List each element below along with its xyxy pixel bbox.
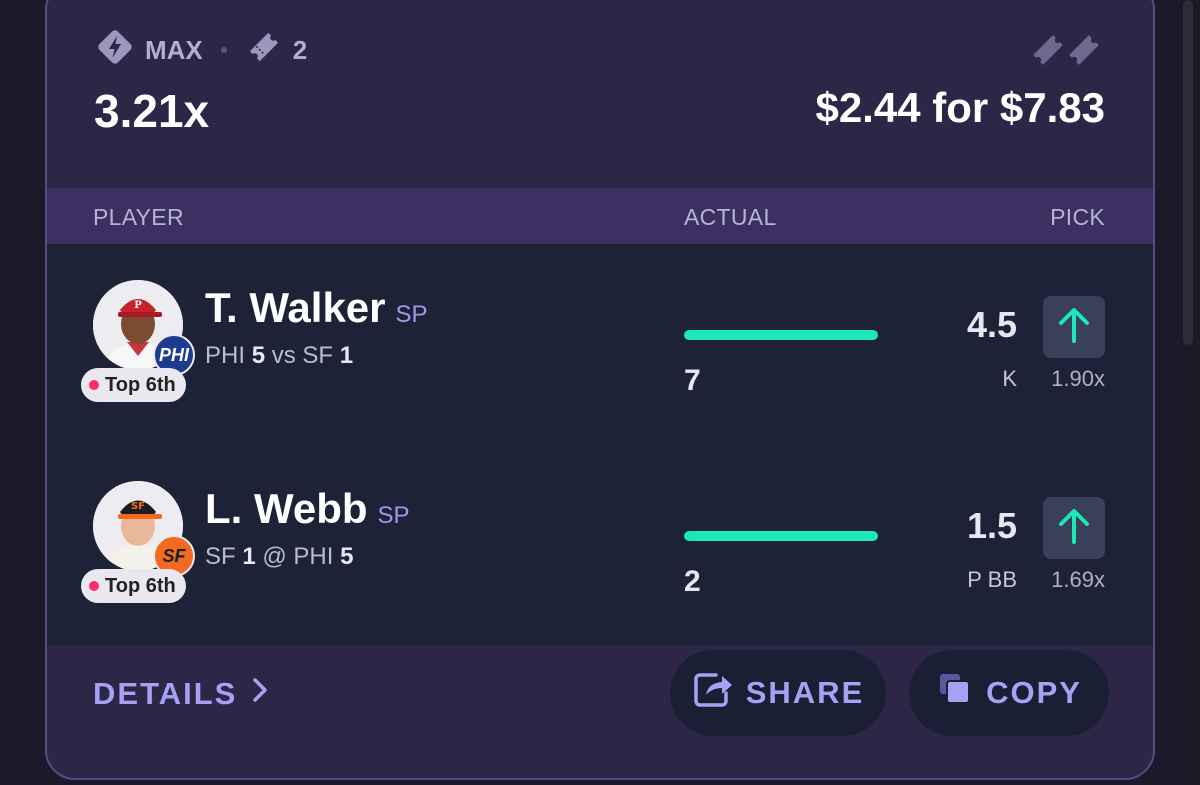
stat-type: K: [1002, 366, 1017, 391]
share-label: SHARE: [745, 675, 865, 710]
pick-row[interactable]: P PHI Top 6th T. Walker SP PHI 5 vs SF 1: [47, 244, 1153, 444]
details-label: DETAILS: [93, 676, 238, 711]
svg-text:P: P: [134, 300, 142, 311]
game-status-badge: Top 6th: [81, 569, 186, 603]
separator-dot: [220, 47, 227, 53]
pick-higher-button[interactable]: [1043, 296, 1105, 358]
live-dot-icon: [89, 581, 99, 591]
game-team-score: 5: [251, 342, 266, 369]
ticket-icon: [245, 28, 283, 73]
game-separator: vs: [271, 342, 296, 369]
scrollbar-thumb[interactable]: [1183, 0, 1193, 345]
double-ticket-icon: [1029, 30, 1105, 75]
svg-text:SF: SF: [131, 501, 145, 512]
column-header: PLAYER ACTUAL PICK: [47, 188, 1153, 244]
card-header: MAX 2 3.21x $2.44 for $7.83: [47, 2, 1153, 168]
game-status: Top 6th: [105, 373, 176, 396]
player-avatar: P PHI: [93, 280, 195, 376]
game-status-badge: Top 6th: [81, 368, 186, 402]
game-team: PHI: [205, 342, 246, 369]
progress-bar: [684, 531, 878, 541]
pick-higher-button[interactable]: [1043, 497, 1105, 559]
column-actual: ACTUAL: [684, 204, 777, 230]
player-position: SP: [395, 301, 428, 328]
game-score: PHI 5 vs SF 1: [205, 342, 353, 370]
game-opponent: PHI: [293, 543, 334, 570]
mode-label: MAX: [145, 34, 203, 65]
pick-list: P PHI Top 6th T. Walker SP PHI 5 vs SF 1: [47, 244, 1153, 646]
lightning-diamond-icon: [95, 27, 135, 74]
game-score: SF 1 @ PHI 5: [205, 543, 353, 571]
projection-line: 1.5: [966, 505, 1017, 546]
game-team-score: 1: [242, 543, 256, 570]
player-name-text: T. Walker: [205, 284, 386, 331]
entry-count: 2: [292, 34, 308, 65]
payout-amount: $2.44 for $7.83: [815, 84, 1105, 131]
copy-icon: [936, 670, 974, 716]
player-name[interactable]: T. Walker SP: [205, 284, 428, 332]
details-link[interactable]: DETAILS: [93, 676, 269, 712]
entry-meta: MAX 2: [95, 28, 308, 73]
chevron-right-icon: [251, 676, 269, 712]
live-dot-icon: [89, 380, 99, 390]
game-team: SF: [205, 543, 236, 570]
player-name[interactable]: L. Webb SP: [205, 485, 410, 533]
progress-fill: [684, 330, 878, 340]
progress-bar: [684, 330, 878, 340]
projection-line: 4.5: [966, 304, 1017, 345]
game-status: Top 6th: [105, 574, 176, 597]
pick-multiplier: 1.90x: [1051, 366, 1105, 391]
game-opponent-score: 5: [340, 543, 354, 570]
game-opponent-score: 1: [339, 342, 354, 369]
share-button[interactable]: SHARE: [670, 650, 886, 736]
game-separator: @: [262, 543, 287, 570]
player-position: SP: [377, 502, 410, 529]
parlay-card: MAX 2 3.21x $2.44 for $7.83 PLAYER ACTUA…: [45, 0, 1155, 780]
game-opponent: SF: [302, 342, 334, 369]
column-player: PLAYER: [93, 204, 184, 230]
actual-value: 7: [684, 364, 701, 397]
actual-value: 2: [684, 565, 701, 598]
arrow-up-icon: [1056, 506, 1092, 551]
progress-fill: [684, 531, 878, 541]
column-pick: PICK: [1050, 204, 1105, 230]
copy-button[interactable]: COPY: [909, 650, 1109, 736]
share-icon: [692, 669, 734, 717]
stat-type: P BB: [967, 567, 1017, 592]
player-name-text: L. Webb: [205, 485, 368, 532]
arrow-up-icon: [1056, 305, 1092, 350]
card-footer: DETAILS SHARE COPY: [47, 646, 1153, 778]
pick-multiplier: 1.69x: [1051, 567, 1105, 592]
player-avatar: SF SF: [93, 481, 195, 577]
pick-row[interactable]: SF SF Top 6th L. Webb SP SF 1 @ PHI 5 2 …: [47, 445, 1153, 645]
copy-label: COPY: [986, 675, 1082, 710]
payout-multiplier: 3.21x: [94, 85, 210, 137]
